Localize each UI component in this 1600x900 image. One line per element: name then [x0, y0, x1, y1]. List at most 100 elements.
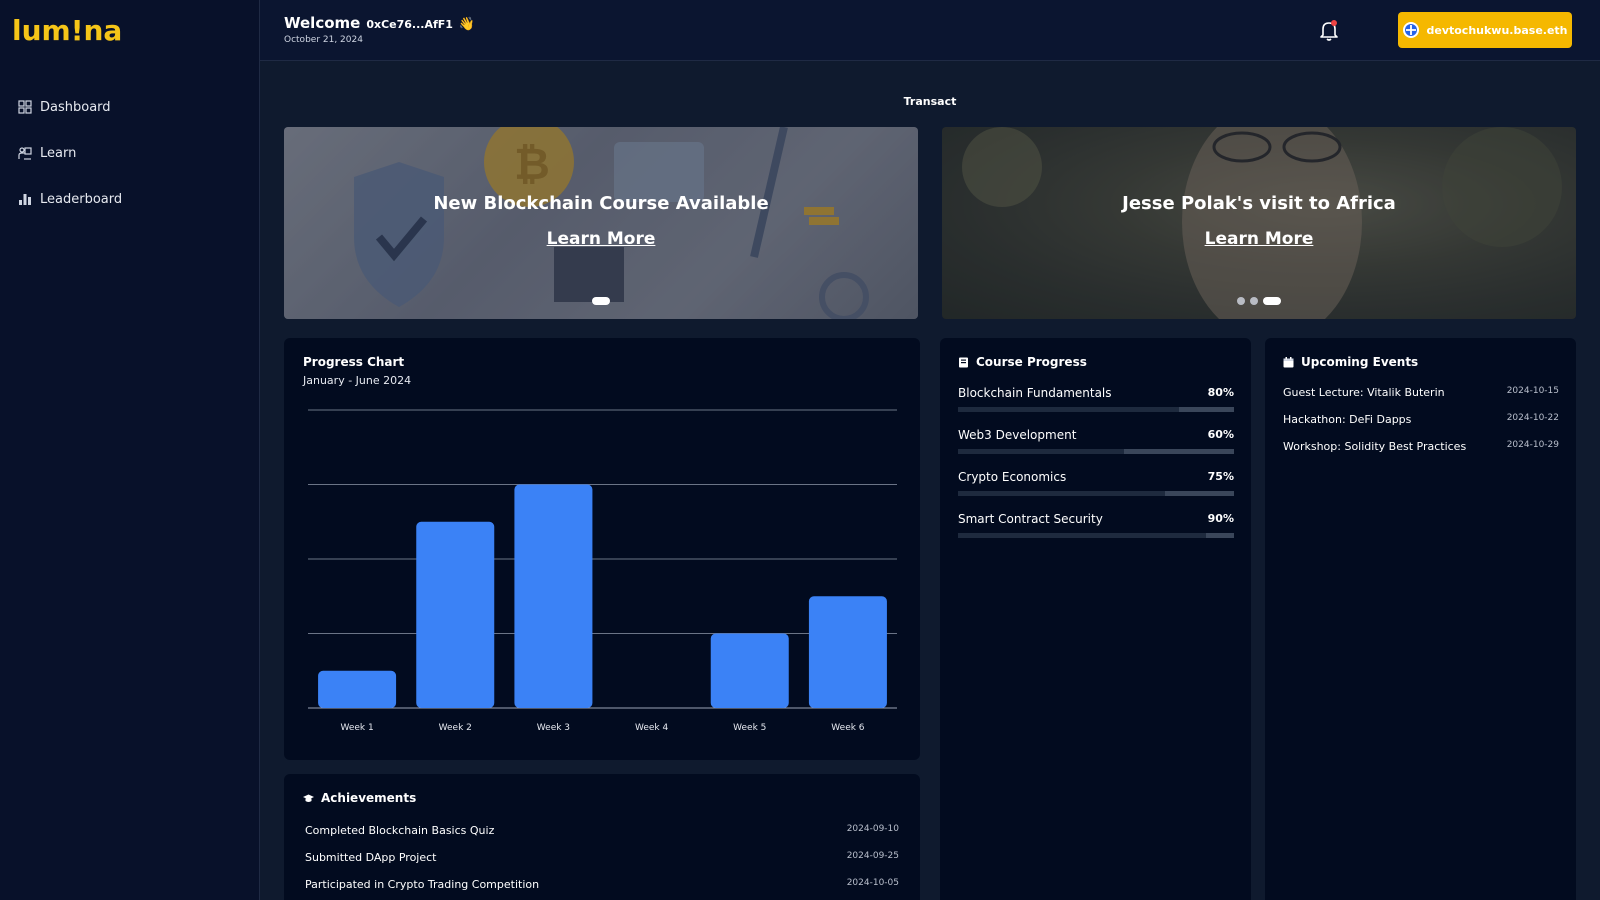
sidebar-item-label: Leaderboard: [40, 191, 123, 207]
sidebar-item-label: Dashboard: [40, 99, 111, 115]
course-progress-item: Blockchain Fundamentals 80%: [958, 386, 1234, 428]
progress-bar: [958, 491, 1234, 496]
achievement-date: 2024-09-10: [846, 824, 899, 834]
welcome-line: Welcome 0xCe76...AfF1 👋: [284, 14, 475, 32]
course-progress-item: Crypto Economics 75%: [958, 470, 1234, 512]
current-date: October 21, 2024: [284, 35, 363, 45]
x-tick-label: Week 2: [439, 723, 472, 733]
upcoming-events-title: Upcoming Events: [1301, 355, 1419, 369]
event-item[interactable]: Workshop: Solidity Best Practices 2024-1…: [1283, 440, 1559, 467]
progress-bar-remainder: [1165, 491, 1234, 496]
achievement-item: Submitted DApp Project 2024-09-25: [305, 851, 899, 878]
chart-bar[interactable]: [514, 484, 593, 709]
achievement-date: 2024-09-25: [846, 851, 899, 861]
top-bar: Welcome 0xCe76...AfF1 👋 October 21, 2024…: [260, 0, 1600, 61]
carousel-dot-active[interactable]: [1263, 297, 1281, 305]
upcoming-events-list: Guest Lecture: Vitalik Buterin 2024-10-1…: [1283, 386, 1559, 467]
carousel-dot[interactable]: [1237, 297, 1245, 305]
banner-overlay: [284, 127, 918, 319]
achievement-name: Submitted DApp Project: [305, 851, 437, 864]
achievement-name: Participated in Crypto Trading Competiti…: [305, 878, 540, 891]
banner-learn-more-link[interactable]: Learn More: [942, 229, 1576, 249]
event-name: Guest Lecture: Vitalik Buterin: [1283, 386, 1445, 399]
sidebar-item-learn[interactable]: Learn: [18, 142, 122, 164]
progress-bar: [958, 407, 1234, 412]
sidebar-item-dashboard[interactable]: Dashboard: [18, 96, 122, 118]
course-progress-item: Web3 Development 60%: [958, 428, 1234, 470]
wallet-button[interactable]: devtochukwu.base.eth: [1398, 12, 1572, 48]
progress-chart-card: Progress Chart January - June 2024 Week …: [284, 338, 920, 760]
progress-bar-remainder: [1206, 533, 1234, 538]
course-name: Smart Contract Security: [958, 512, 1103, 526]
carousel-dot[interactable]: [1250, 297, 1258, 305]
calendar-icon: [1283, 356, 1294, 367]
course-percent: 75%: [1207, 470, 1234, 483]
upcoming-events-header: Upcoming Events: [1283, 355, 1418, 369]
banner-overlay: [942, 127, 1576, 319]
x-tick-label: Week 3: [537, 723, 570, 733]
progress-bar-remainder: [1178, 407, 1234, 412]
progress-bar: [958, 449, 1234, 454]
bell-icon[interactable]: [1317, 18, 1341, 42]
event-date: 2024-10-15: [1506, 386, 1559, 396]
achievements-title: Achievements: [321, 791, 417, 805]
progress-bar-remainder: [1123, 449, 1234, 454]
sidebar-item-leaderboard[interactable]: Leaderboard: [18, 188, 122, 210]
course-percent: 80%: [1207, 386, 1234, 399]
sidebar-nav: Dashboard Learn Leaderboard: [18, 96, 122, 234]
course-percent: 90%: [1207, 512, 1234, 525]
event-date: 2024-10-29: [1506, 440, 1559, 450]
course-name: Web3 Development: [958, 428, 1077, 442]
transact-heading: Transact: [903, 95, 957, 108]
upcoming-events-card: Upcoming Events Guest Lecture: Vitalik B…: [1265, 338, 1576, 900]
banner-jesse-polak[interactable]: Jesse Polak's visit to Africa Learn More: [942, 127, 1576, 319]
chart-bar[interactable]: [808, 596, 887, 708]
banner-title: New Blockchain Course Available: [433, 193, 769, 214]
achievement-item: Participated in Crypto Trading Competiti…: [305, 878, 899, 900]
grid-icon: [18, 100, 32, 114]
wave-icon: 👋: [458, 17, 476, 32]
achievement-item: Completed Blockchain Basics Quiz 2024-09…: [305, 824, 899, 851]
carousel-dot-active[interactable]: [592, 297, 610, 305]
x-tick-label: Week 4: [635, 723, 669, 733]
chart-bar[interactable]: [318, 670, 397, 708]
event-date: 2024-10-22: [1506, 413, 1559, 423]
sidebar-item-label: Learn: [40, 145, 77, 161]
banner-title: Jesse Polak's visit to Africa: [1122, 193, 1396, 214]
progress-bar: [958, 533, 1234, 538]
course-progress-title: Course Progress: [976, 355, 1087, 369]
banner-blockchain-course[interactable]: ₿ New Blockchain Course Available Learn …: [284, 127, 918, 319]
event-name: Hackathon: DeFi Dapps: [1283, 413, 1412, 426]
logo[interactable]: lum!na: [12, 14, 122, 47]
achievement-date: 2024-10-05: [846, 878, 899, 888]
banner-learn-more-link[interactable]: Learn More: [284, 229, 918, 249]
base-network-icon: [1403, 22, 1420, 38]
course-percent: 60%: [1207, 428, 1234, 441]
course-progress-card: Course Progress Blockchain Fundamentals …: [940, 338, 1251, 900]
course-name: Blockchain Fundamentals: [958, 386, 1112, 400]
course-progress-item: Smart Contract Security 90%: [958, 512, 1234, 554]
x-tick-label: Week 5: [733, 723, 766, 733]
event-name: Workshop: Solidity Best Practices: [1283, 440, 1467, 453]
x-tick-label: Week 1: [340, 723, 373, 733]
sidebar: lum!na Dashboard Learn Leaderboard: [0, 0, 260, 900]
event-item[interactable]: Guest Lecture: Vitalik Buterin 2024-10-1…: [1283, 386, 1559, 413]
course-progress-header: Course Progress: [958, 355, 1087, 369]
graduation-cap-icon: [303, 794, 314, 802]
carousel-dots: [942, 297, 1576, 305]
wallet-address: 0xCe76...AfF1: [366, 18, 453, 31]
wallet-label: devtochukwu.base.eth: [1426, 23, 1568, 37]
event-item[interactable]: Hackathon: DeFi Dapps 2024-10-22: [1283, 413, 1559, 440]
achievements-card: Achievements Completed Blockchain Basics…: [284, 774, 920, 900]
learn-icon: [18, 147, 32, 160]
course-progress-list: Blockchain Fundamentals 80% Web3 Develop…: [958, 386, 1234, 554]
chart-bar[interactable]: [710, 633, 789, 709]
achievements-list: Completed Blockchain Basics Quiz 2024-09…: [305, 824, 899, 900]
bar-chart-icon: [19, 194, 31, 205]
achievement-name: Completed Blockchain Basics Quiz: [305, 824, 495, 837]
book-icon: [959, 357, 968, 367]
progress-chart: Week 1 Week 2 Week 3 Week 4 Week 5 Week 6: [308, 409, 897, 733]
welcome-text: Welcome: [284, 14, 361, 32]
carousel-dots: [284, 297, 918, 305]
chart-bar[interactable]: [416, 521, 495, 708]
